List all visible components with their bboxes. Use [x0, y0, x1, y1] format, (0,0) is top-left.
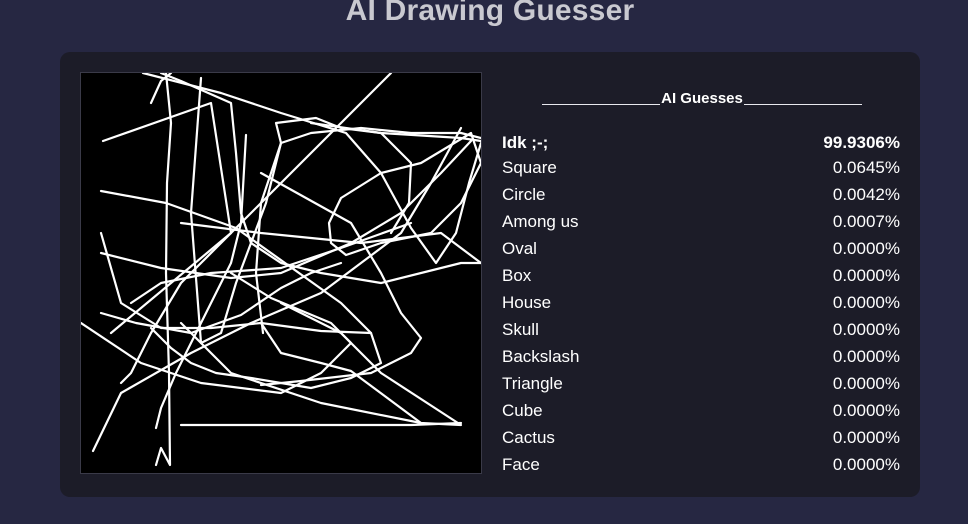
guess-label: Idk ;-;: [502, 133, 549, 152]
guess-value: 0.0000%: [832, 347, 900, 366]
guess-row: Circle 0.0042%: [502, 181, 900, 208]
guess-list: Idk ;-; 99.9306% Square 0.0645% Circle 0…: [502, 132, 900, 478]
guess-row: Cactus 0.0000%: [502, 424, 900, 451]
guess-row: House 0.0000%: [502, 289, 900, 316]
guess-label: Cactus: [502, 428, 555, 447]
guess-row-top: Idk ;-; 99.9306%: [502, 132, 900, 154]
guess-value: 0.0000%: [832, 320, 900, 339]
guess-value: 0.0000%: [832, 293, 900, 312]
guess-label: Cube: [502, 401, 543, 420]
guesses-header: AI Guesses: [542, 86, 862, 108]
guess-label: Square: [502, 158, 557, 177]
guess-row: Face 0.0000%: [502, 451, 900, 478]
guess-value: 99.9306%: [823, 133, 900, 152]
guesses-panel: AI Guesses Idk ;-; 99.9306% Square 0.064…: [502, 86, 900, 478]
guess-label: Box: [502, 266, 532, 285]
guess-label: Skull: [502, 320, 539, 339]
guess-row: Among us 0.0007%: [502, 208, 900, 235]
guess-row: Cube 0.0000%: [502, 397, 900, 424]
guess-label: Among us: [502, 212, 579, 231]
guess-value: 0.0000%: [832, 455, 900, 474]
drawing-strokes: [81, 73, 481, 467]
guess-row: Skull 0.0000%: [502, 316, 900, 343]
guess-row: Box 0.0000%: [502, 262, 900, 289]
guess-label: Oval: [502, 239, 537, 258]
guess-value: 0.0000%: [832, 266, 900, 285]
page-title: AI Drawing Guesser: [345, 0, 635, 27]
guess-value: 0.0645%: [832, 158, 900, 177]
guess-label: House: [502, 293, 552, 312]
drawing-canvas[interactable]: [80, 72, 482, 474]
guess-value: 0.0000%: [832, 374, 900, 393]
guess-value: 0.0000%: [832, 239, 900, 258]
guess-row: Oval 0.0000%: [502, 235, 900, 262]
guess-value: 0.0007%: [832, 212, 900, 231]
guess-label: Face: [502, 455, 540, 474]
guess-label: Backslash: [502, 347, 580, 366]
guess-value: 0.0000%: [832, 401, 900, 420]
guess-value: 0.0042%: [832, 185, 900, 204]
header-rule-right: [744, 104, 862, 105]
guess-value: 0.0000%: [832, 428, 900, 447]
guess-row: Backslash 0.0000%: [502, 343, 900, 370]
guess-row: Triangle 0.0000%: [502, 370, 900, 397]
guess-label: Triangle: [502, 374, 563, 393]
guess-row: Square 0.0645%: [502, 154, 900, 181]
guess-label: Circle: [502, 185, 546, 204]
